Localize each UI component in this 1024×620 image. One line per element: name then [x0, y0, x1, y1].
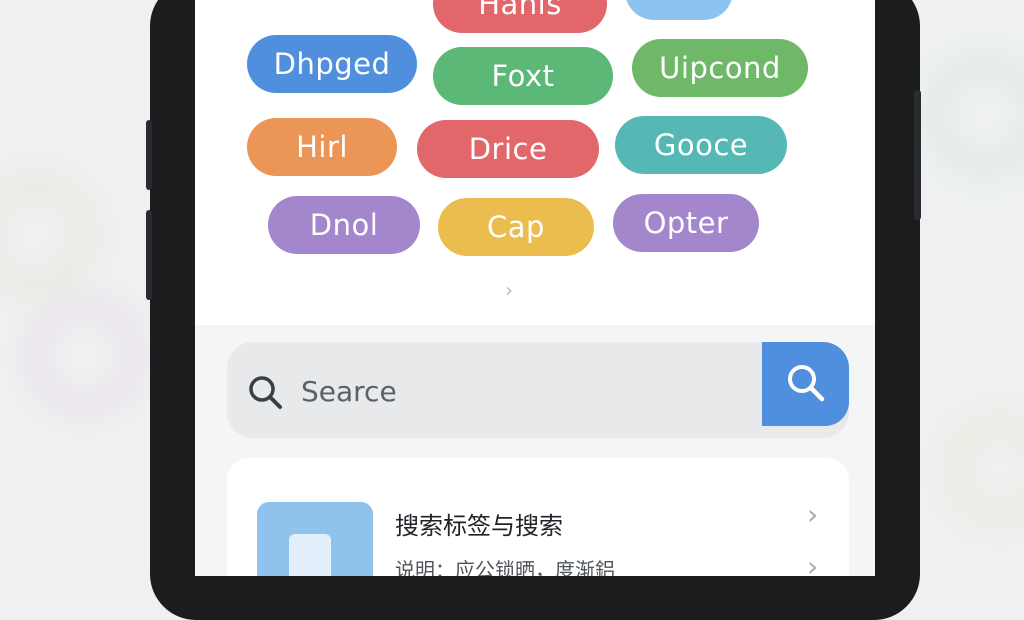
search-bar — [227, 342, 849, 438]
tag-chip[interactable]: Hanis — [433, 0, 607, 33]
volume-button — [146, 210, 152, 300]
tag-chip[interactable]: Dnol — [268, 196, 420, 254]
result-thumbnail — [257, 502, 373, 576]
background-blur — [0, 180, 90, 290]
tag-cloud-panel: Hanis Intel Dhpged Foxt Uipcond Hirl Dri… — [195, 0, 875, 325]
background-blur — [30, 300, 140, 410]
search-icon — [788, 365, 825, 402]
tag-chip[interactable]: Opter — [613, 194, 759, 252]
tag-chip[interactable]: Dhpged — [247, 35, 417, 93]
tag-chip[interactable]: Gooce — [615, 116, 787, 174]
volume-button — [146, 120, 152, 190]
tag-chip[interactable]: Hirl — [247, 118, 397, 176]
tag-chip[interactable]: Intel — [625, 0, 733, 20]
tag-chip[interactable]: Drice — [417, 120, 599, 178]
more-tags-arrow-icon[interactable]: › — [505, 278, 513, 302]
tag-chip[interactable]: Uipcond — [632, 39, 808, 97]
document-icon — [289, 534, 331, 576]
result-subtitle: 说明：应公锁晒，度渐鋁 — [395, 558, 615, 576]
chevron-right-icon[interactable]: › — [807, 550, 818, 576]
phone-screen: Hanis Intel Dhpged Foxt Uipcond Hirl Dri… — [195, 0, 875, 576]
result-card[interactable]: 搜索标签与搜索 说明：应公锁晒，度渐鋁 › › — [227, 458, 849, 576]
background-blur — [950, 420, 1024, 520]
background-blur — [930, 60, 1024, 170]
search-button[interactable] — [762, 342, 849, 426]
power-button — [914, 90, 921, 220]
search-icon — [247, 374, 285, 416]
result-title: 搜索标签与搜索 — [395, 512, 563, 540]
chevron-right-icon[interactable]: › — [807, 498, 818, 531]
tag-chip[interactable]: Cap — [438, 198, 594, 256]
tag-chip[interactable]: Foxt — [433, 47, 613, 105]
search-input[interactable] — [299, 368, 743, 414]
